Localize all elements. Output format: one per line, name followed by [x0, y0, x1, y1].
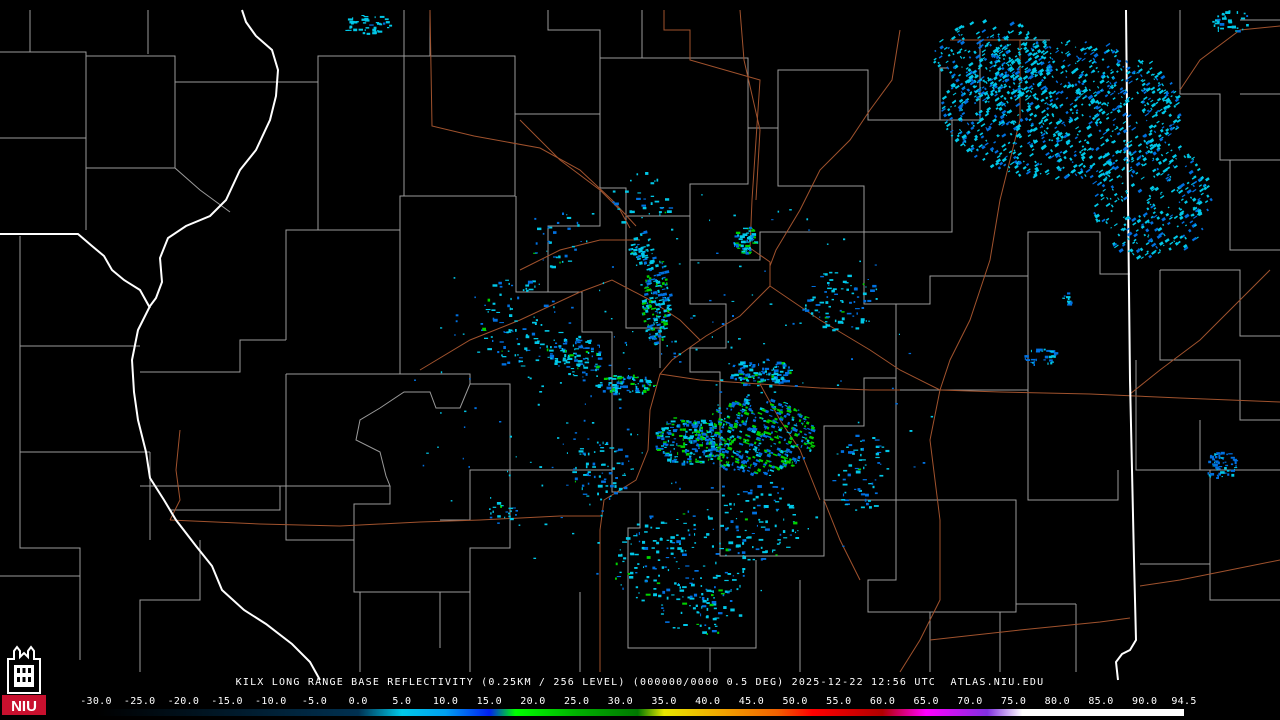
colorbar-tick-label: -15.0 [211, 696, 243, 707]
colorbar-tick-label: 10.0 [432, 696, 459, 707]
colorbar-tick-label: 55.0 [826, 696, 852, 707]
colorbar-tick-label: 60.0 [869, 696, 896, 707]
colorbar-tick-label: 65.0 [913, 696, 939, 707]
state-lines [0, 9, 1138, 681]
niu-logo: NIU [2, 645, 46, 715]
colorbar-tick-label: 94.5 [1171, 696, 1197, 707]
colorbar-tick-label: 75.0 [1000, 696, 1027, 707]
reflectivity-colorbar [96, 709, 1184, 716]
county-lines [0, 10, 1280, 672]
colorbar-tick-label: 50.0 [782, 696, 808, 707]
colorbar-tick-label: 85.0 [1088, 696, 1114, 707]
niu-tower-icon [7, 645, 41, 694]
colorbar-tick-label: 25.0 [563, 696, 590, 707]
radar-echoes [345, 10, 1249, 635]
colorbar-tick-labels: -30.0 -25.0 -20.0 -15.0 -10.0 -5.0 0.0 5.0 10.0 1… [80, 696, 1196, 708]
colorbar-tick-label: -30.0 [80, 696, 112, 707]
colorbar-tick-label: 40.0 [695, 696, 721, 707]
colorbar-tick-label: 15.0 [476, 696, 502, 707]
colorbar-tick-label: 5.0 [392, 696, 412, 707]
colorbar-tick-label: -10.0 [254, 696, 287, 707]
colorbar-tick-label: 45.0 [738, 696, 765, 707]
colorbar-tick-label: 90.0 [1132, 696, 1158, 707]
niu-logo-text: NIU [11, 698, 37, 715]
colorbar-tick-label: -25.0 [123, 696, 156, 707]
radar-map [0, 9, 1280, 681]
colorbar-tick-label: 80.0 [1044, 696, 1070, 707]
colorbar-tick-label: 70.0 [957, 696, 983, 707]
colorbar-tick-label: -20.0 [167, 696, 200, 707]
colorbar-tick-label: -5.0 [301, 696, 328, 707]
colorbar-tick-label: 35.0 [651, 696, 677, 707]
colorbar-tick-label: 30.0 [607, 696, 633, 707]
colorbar-tick-label: 0.0 [348, 696, 368, 707]
colorbar-tick-label: 20.0 [520, 696, 546, 707]
product-title: KILX LONG RANGE BASE REFLECTIVITY (0.25K… [235, 677, 1045, 688]
